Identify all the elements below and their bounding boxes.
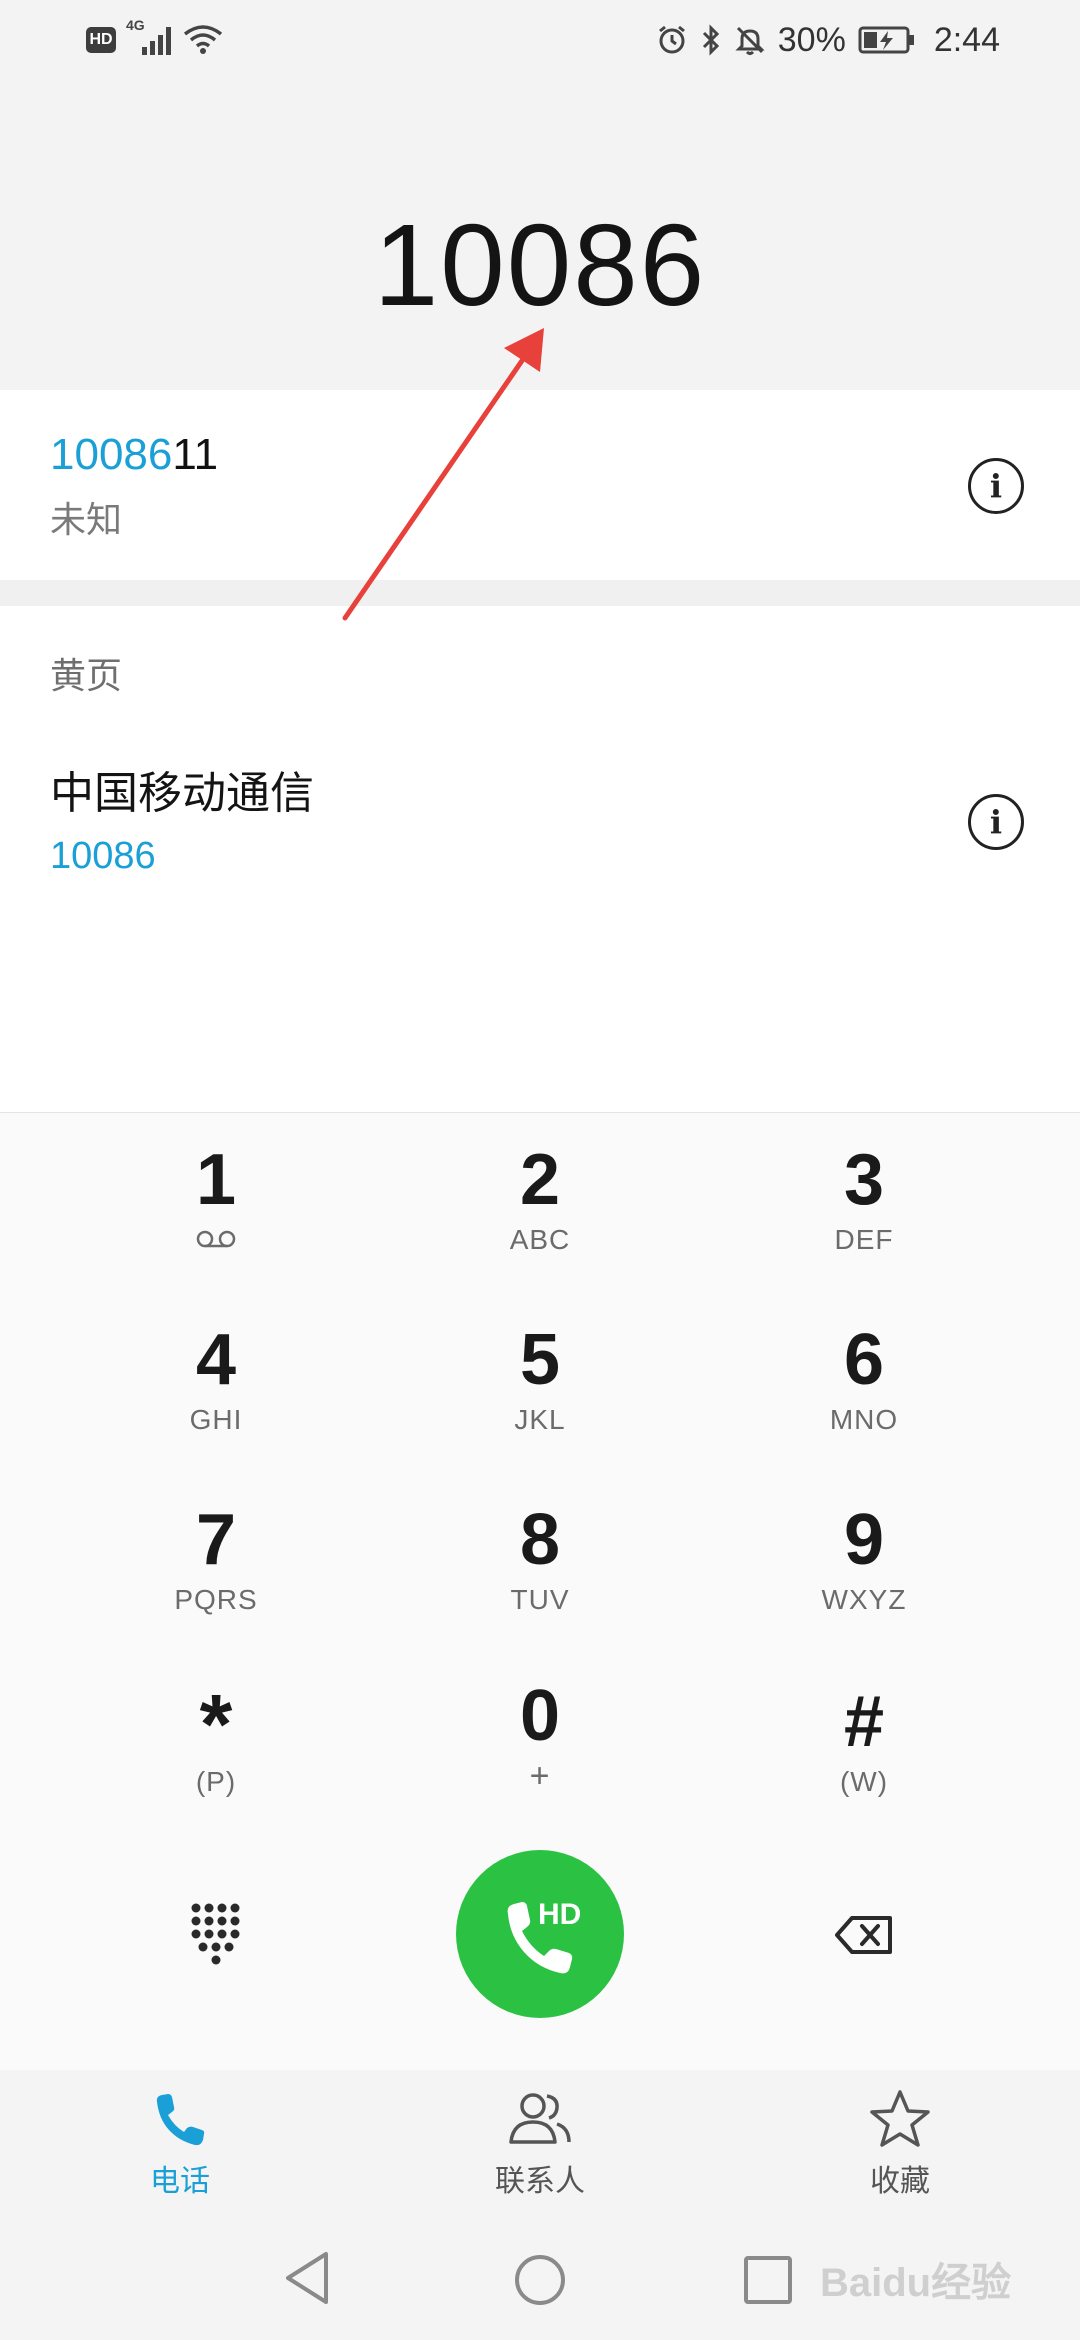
tab-phone[interactable]: 电话 xyxy=(70,2088,290,2204)
yellow-pages-info-button[interactable]: i xyxy=(968,794,1024,850)
call-log-suggestion-row[interactable] xyxy=(0,390,1080,580)
back-icon[interactable] xyxy=(282,2250,332,2306)
suggestion-label: 未知 xyxy=(50,500,123,541)
home-icon[interactable] xyxy=(512,2252,568,2308)
network-type-label: 4G xyxy=(126,17,145,33)
dialpad-key-hash[interactable]: # (W) xyxy=(744,1682,984,1842)
hd-badge: HD xyxy=(86,27,116,53)
suggestion-info-button[interactable]: i xyxy=(968,458,1024,514)
watermark: Baidu经验 xyxy=(820,2261,1012,2305)
dialed-number-display[interactable]: 10086 xyxy=(0,200,1080,330)
dialpad-key-star[interactable]: * (P) xyxy=(96,1682,336,1842)
section-divider xyxy=(0,580,1080,606)
dialpad-key-2[interactable]: 2 ABC xyxy=(420,1140,660,1300)
wifi-icon xyxy=(183,25,223,54)
backspace-icon[interactable] xyxy=(834,1915,894,1955)
bluetooth-icon xyxy=(702,24,719,56)
tab-favorites[interactable]: 收藏 xyxy=(790,2088,1010,2204)
call-hd-badge: HD xyxy=(538,1898,581,1931)
contacts-icon xyxy=(509,2093,571,2144)
info-icon: i xyxy=(989,803,1003,841)
voicemail-icon xyxy=(196,1230,236,1248)
recents-icon[interactable] xyxy=(742,2254,794,2306)
dialpad-key-9[interactable]: 9 WXYZ xyxy=(744,1500,984,1660)
yellow-pages-entry-number: 10086 xyxy=(50,835,156,877)
dialpad-key-3[interactable]: 3 DEF xyxy=(744,1140,984,1300)
star-icon xyxy=(870,2090,930,2147)
battery-percent: 30% xyxy=(777,20,846,59)
dialpad-key-1[interactable]: 1 xyxy=(96,1140,336,1300)
dialpad-key-4[interactable]: 4 GHI xyxy=(96,1320,336,1480)
alarm-icon xyxy=(658,25,685,54)
dialpad-key-5[interactable]: 5 JKL xyxy=(420,1320,660,1480)
battery-charging-icon xyxy=(858,26,914,54)
status-left: HD 4G xyxy=(86,17,223,56)
suggestion-number: 1008611 xyxy=(50,425,218,485)
mute-bell-icon xyxy=(735,26,765,55)
clock: 2:44 xyxy=(933,20,1000,59)
dialpad-key-0[interactable]: 0 + xyxy=(420,1676,660,1836)
suggestion-number-match: 10086 xyxy=(50,430,173,479)
yellow-pages-entry-name[interactable]: 中国移动通信 xyxy=(50,764,314,824)
dialpad-key-6[interactable]: 6 MNO xyxy=(744,1320,984,1480)
phone-icon xyxy=(156,2094,205,2146)
status-right: 30% 2:44 xyxy=(656,21,1000,60)
hide-dialpad-icon[interactable] xyxy=(190,1902,242,1968)
call-button[interactable]: HD xyxy=(456,1850,624,2018)
tab-contacts[interactable]: 联系人 xyxy=(430,2088,650,2204)
status-bar: HD 4G 30% 2:44 xyxy=(0,0,1080,80)
info-icon: i xyxy=(989,467,1003,505)
yellow-pages-section xyxy=(0,606,1080,1112)
yellow-pages-title: 黄页 xyxy=(50,656,123,697)
suggestion-number-rest: 11 xyxy=(172,430,219,479)
phone-hd-icon: HD xyxy=(507,1898,581,1974)
signal-icon: 4G xyxy=(126,17,171,55)
dialpad-key-8[interactable]: 8 TUV xyxy=(420,1500,660,1660)
dialpad-key-7[interactable]: 7 PQRS xyxy=(96,1500,336,1660)
